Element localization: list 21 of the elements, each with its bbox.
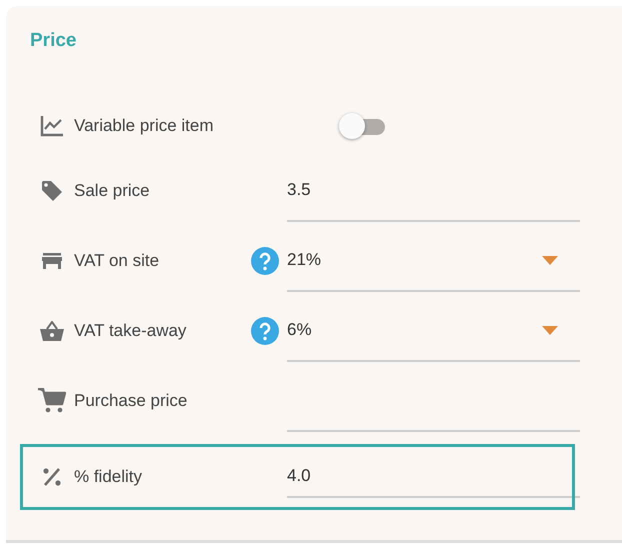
select-field[interactable]: 21% xyxy=(287,230,580,292)
input-field[interactable]: 3.5 xyxy=(287,160,580,222)
field-label: Variable price item xyxy=(74,116,215,136)
input-field[interactable]: 4.0 xyxy=(287,456,580,498)
section-title: Price xyxy=(30,30,78,52)
caret-icon xyxy=(542,326,558,334)
help-icon[interactable] xyxy=(251,317,279,345)
field-label: Purchase price xyxy=(74,391,188,411)
cart-icon xyxy=(38,388,66,414)
help-icon[interactable] xyxy=(251,247,279,275)
field-label: Sale price xyxy=(74,181,151,201)
field-label: % fidelity xyxy=(74,467,144,487)
tag-icon xyxy=(41,180,63,202)
caret-icon xyxy=(542,256,558,264)
field-label: VAT take-away xyxy=(74,321,188,341)
basket-icon xyxy=(40,321,64,341)
store-icon xyxy=(42,253,62,269)
chart-icon xyxy=(40,115,64,137)
select-field[interactable]: 6% xyxy=(287,300,580,362)
field-label: VAT on site xyxy=(74,251,160,271)
percent-icon xyxy=(42,467,62,487)
